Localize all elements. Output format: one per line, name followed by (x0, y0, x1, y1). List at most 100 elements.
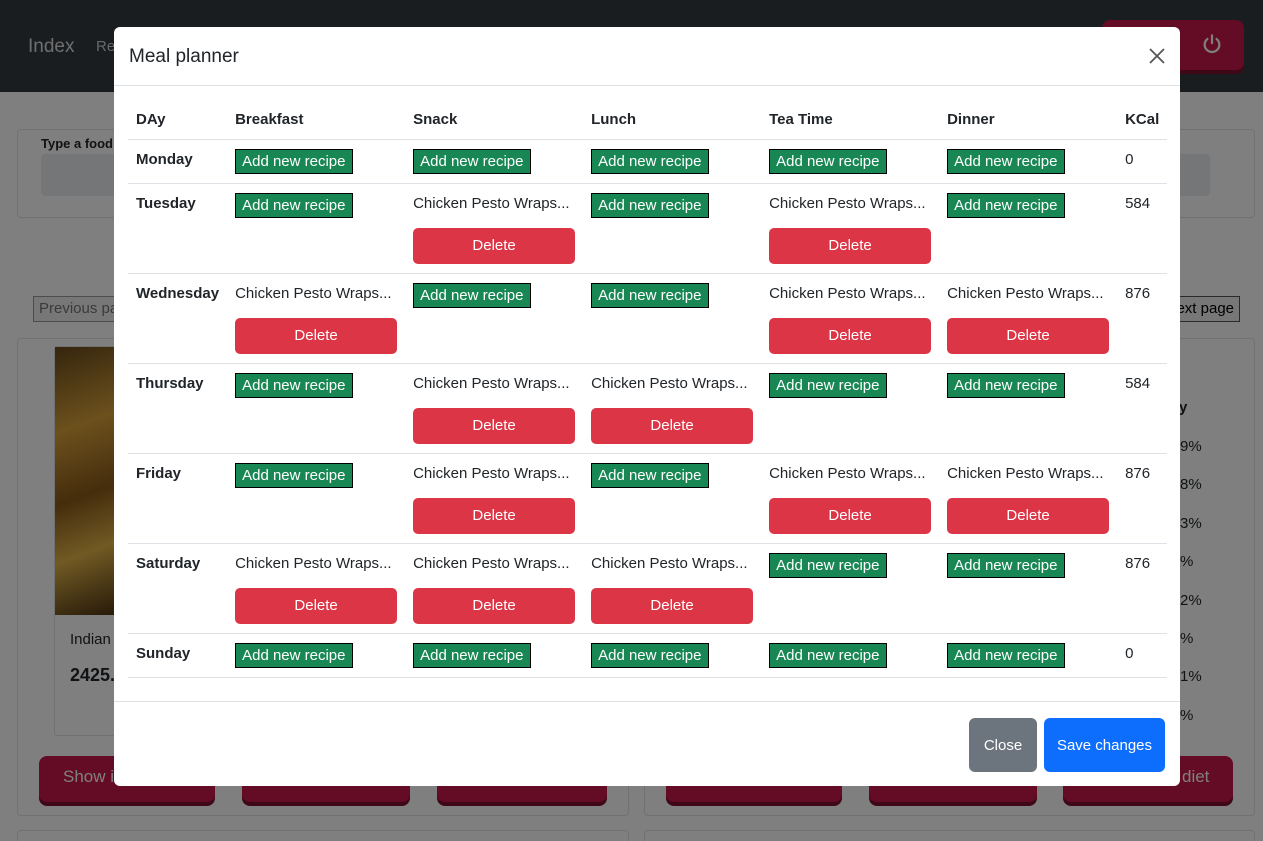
meal-cell: Add new recipe (583, 453, 762, 544)
column-header: Breakfast (227, 100, 406, 140)
delete-button[interactable]: Delete (947, 317, 1110, 354)
meal-cell: Chicken Pesto Wraps... Delete (227, 273, 406, 364)
meal-cell: Add new recipe (583, 273, 762, 364)
meal-cell: Chicken Pesto Wraps... Delete (405, 453, 584, 544)
kcal-cell: 876 (1117, 273, 1168, 364)
recipe-name: Chicken Pesto Wraps... (947, 464, 1104, 482)
table-row: Friday Add new recipe Chicken Pesto Wraps.… (128, 453, 1168, 544)
close-button[interactable]: Close (969, 718, 1037, 772)
add-recipe-button[interactable]: Add new recipe (591, 462, 709, 488)
day-cell: Thursday (128, 363, 228, 454)
meal-cell: Add new recipe (583, 633, 762, 678)
delete-button[interactable]: Delete (413, 587, 576, 624)
add-recipe-button[interactable]: Add new recipe (947, 372, 1065, 398)
meal-cell: Chicken Pesto Wraps... Delete (227, 543, 406, 634)
meal-cell: Add new recipe (405, 273, 584, 364)
recipe-name: Chicken Pesto Wraps... (947, 284, 1104, 302)
recipe-name: Chicken Pesto Wraps... (413, 374, 570, 392)
add-recipe-button[interactable]: Add new recipe (235, 642, 353, 668)
meal-cell: Chicken Pesto Wraps... Delete (761, 273, 940, 364)
meal-planner-table: DAy Breakfast Snack Lunch Tea Time Dinner KCal… (128, 100, 1168, 678)
meal-planner-modal: Meal planner DAy Breakfast Snack Lunch Tea T… (114, 27, 1180, 786)
add-recipe-button[interactable]: Add new recipe (769, 148, 887, 174)
delete-button[interactable]: Delete (235, 317, 398, 354)
save-changes-button[interactable]: Save changes (1044, 718, 1165, 772)
recipe-name: Chicken Pesto Wraps... (235, 284, 392, 302)
meal-cell: Add new recipe (405, 633, 584, 678)
add-recipe-button[interactable]: Add new recipe (947, 192, 1065, 218)
meal-cell: Add new recipe (405, 139, 584, 184)
day-cell: Monday (128, 139, 228, 184)
add-recipe-button[interactable]: Add new recipe (947, 642, 1065, 668)
table-row: Thursday Add new recipe Chicken Pesto Wrap… (128, 363, 1168, 454)
modal-header: Meal planner (114, 27, 1180, 86)
delete-button[interactable]: Delete (413, 497, 576, 534)
add-recipe-button[interactable]: Add new recipe (413, 148, 531, 174)
add-recipe-button[interactable]: Add new recipe (235, 148, 353, 174)
app-root: Index Rec t Type a food Previous page ex… (0, 0, 1263, 841)
meal-cell: Chicken Pesto Wraps... Delete (405, 363, 584, 454)
add-recipe-button[interactable]: Add new recipe (591, 282, 709, 308)
meal-cell: Chicken Pesto Wraps... Delete (761, 183, 940, 274)
add-recipe-button[interactable]: Add new recipe (413, 642, 531, 668)
meal-cell: Chicken Pesto Wraps... Delete (761, 453, 940, 544)
add-recipe-button[interactable]: Add new recipe (235, 372, 353, 398)
add-recipe-button[interactable]: Add new recipe (947, 148, 1065, 174)
column-header: Tea Time (761, 100, 940, 140)
meal-cell: Chicken Pesto Wraps... Delete (939, 453, 1118, 544)
meal-cell: Chicken Pesto Wraps... Delete (405, 183, 584, 274)
meal-cell: Add new recipe (939, 183, 1118, 274)
meal-cell: Add new recipe (939, 633, 1118, 678)
kcal-cell: 876 (1117, 453, 1168, 544)
table-row: Saturday Chicken Pesto Wraps... Delete Chic… (128, 543, 1168, 634)
meal-cell: Chicken Pesto Wraps... Delete (405, 543, 584, 634)
table-row: Sunday Add new recipe Add new recipe Add ne… (128, 633, 1168, 678)
column-header: DAy (128, 100, 228, 140)
meal-cell: Add new recipe (583, 139, 762, 184)
meal-cell: Add new recipe (761, 363, 940, 454)
day-cell: Wednesday (128, 273, 228, 364)
meal-cell: Chicken Pesto Wraps... Delete (939, 273, 1118, 364)
add-recipe-button[interactable]: Add new recipe (591, 642, 709, 668)
modal-title: Meal planner (129, 46, 239, 67)
recipe-name: Chicken Pesto Wraps... (769, 284, 926, 302)
meal-cell: Chicken Pesto Wraps... Delete (583, 363, 762, 454)
column-header: Snack (405, 100, 584, 140)
day-cell: Friday (128, 453, 228, 544)
delete-button[interactable]: Delete (235, 587, 398, 624)
delete-button[interactable]: Delete (413, 407, 576, 444)
add-recipe-button[interactable]: Add new recipe (591, 192, 709, 218)
delete-button[interactable]: Delete (769, 497, 932, 534)
column-header: Lunch (583, 100, 762, 140)
meal-cell: Add new recipe (761, 139, 940, 184)
delete-button[interactable]: Delete (769, 227, 932, 264)
add-recipe-button[interactable]: Add new recipe (947, 552, 1065, 578)
kcal-cell: 0 (1117, 633, 1168, 678)
column-header: Dinner (939, 100, 1118, 140)
delete-button[interactable]: Delete (591, 587, 754, 624)
add-recipe-button[interactable]: Add new recipe (413, 282, 531, 308)
meal-cell: Add new recipe (761, 633, 940, 678)
add-recipe-button[interactable]: Add new recipe (769, 552, 887, 578)
delete-button[interactable]: Delete (947, 497, 1110, 534)
recipe-name: Chicken Pesto Wraps... (235, 554, 392, 572)
meal-cell: Add new recipe (227, 183, 406, 274)
add-recipe-button[interactable]: Add new recipe (769, 642, 887, 668)
column-header: KCal (1117, 100, 1168, 140)
add-recipe-button[interactable]: Add new recipe (235, 192, 353, 218)
meal-cell: Add new recipe (939, 543, 1118, 634)
add-recipe-button[interactable]: Add new recipe (235, 462, 353, 488)
add-recipe-button[interactable]: Add new recipe (769, 372, 887, 398)
delete-button[interactable]: Delete (769, 317, 932, 354)
table-row: Monday Add new recipe Add new recipe Add ne… (128, 139, 1168, 184)
table-body: Monday Add new recipe Add new recipe Add ne… (128, 139, 1168, 678)
meal-cell: Add new recipe (227, 139, 406, 184)
delete-button[interactable]: Delete (413, 227, 576, 264)
delete-button[interactable]: Delete (591, 407, 754, 444)
meal-cell: Chicken Pesto Wraps... Delete (583, 543, 762, 634)
add-recipe-button[interactable]: Add new recipe (591, 148, 709, 174)
close-icon[interactable] (1148, 47, 1166, 65)
recipe-name: Chicken Pesto Wraps... (591, 374, 748, 392)
table-row: Wednesday Chicken Pesto Wraps... Delete Add… (128, 273, 1168, 364)
meal-cell: Add new recipe (939, 363, 1118, 454)
